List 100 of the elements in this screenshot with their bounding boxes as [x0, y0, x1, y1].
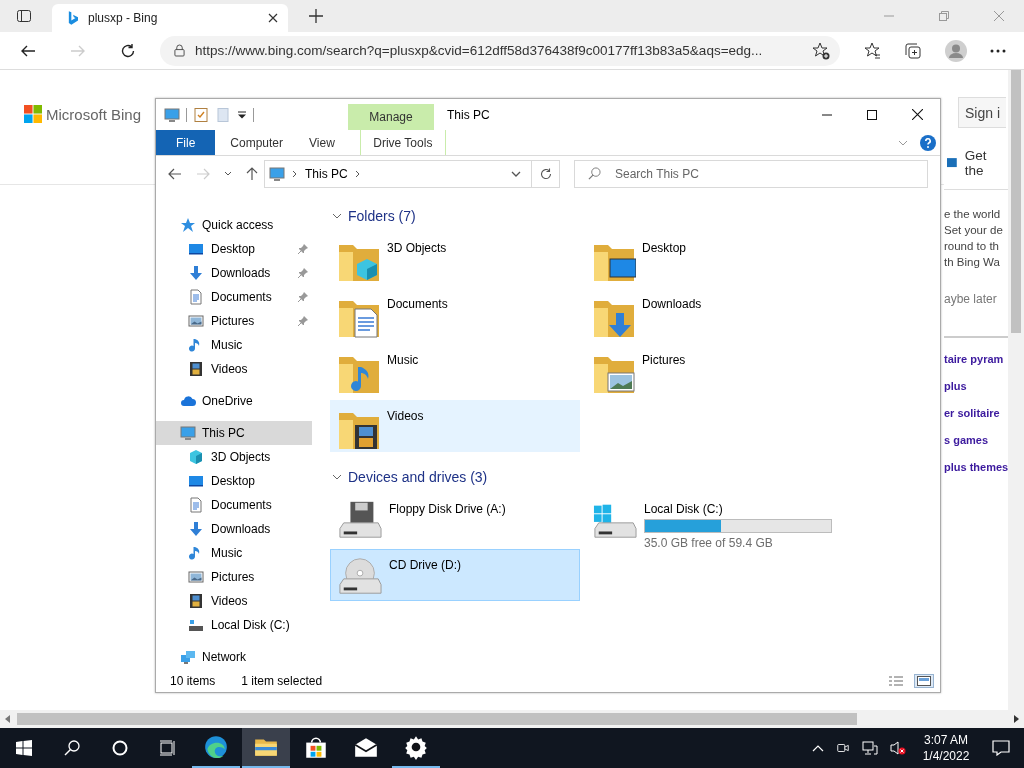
lock-icon — [174, 44, 185, 57]
more-icon[interactable] — [990, 48, 1006, 53]
tiles-view-button[interactable] — [914, 673, 934, 688]
customize-caret-icon[interactable] — [237, 109, 247, 120]
recent-locations-caret-icon[interactable] — [224, 171, 232, 176]
ribbon-tab[interactable]: Drive Tools — [359, 130, 446, 155]
tab-actions-icon[interactable] — [16, 8, 32, 24]
star-icon — [180, 217, 196, 233]
folder-item[interactable]: Pictures — [585, 344, 835, 396]
address-field[interactable]: https://www.bing.com/search?q=plusxp&cvid=612dff58d376438f9c00177ff13b83a5&aqs=edg... — [160, 35, 840, 66]
refresh-icon — [539, 167, 552, 180]
related-search-link[interactable]: plus — [944, 373, 967, 400]
meet-camera-icon[interactable] — [836, 741, 850, 755]
related-search-link[interactable]: taire pyram — [944, 346, 1004, 373]
taskbar-app-button[interactable] — [242, 728, 290, 768]
ribbon-tab[interactable]: Computer — [217, 130, 297, 155]
help-icon[interactable] — [920, 134, 936, 151]
nav-item[interactable]: OneDrive — [156, 389, 312, 413]
add-favorite-icon[interactable] — [812, 41, 830, 60]
computer-icon — [180, 425, 196, 441]
tiles-view-icon — [917, 675, 931, 686]
monitor-icon — [188, 241, 204, 257]
back-arrow-icon[interactable] — [168, 167, 182, 180]
tab-title: plusxp - Bing — [88, 11, 159, 25]
breadcrumb-item[interactable]: This PC — [305, 166, 348, 181]
nav-item[interactable]: Downloads — [156, 517, 312, 541]
nav-item[interactable]: Desktop — [156, 469, 312, 493]
scroll-right-icon[interactable] — [1013, 715, 1019, 723]
nav-item[interactable]: Documents — [156, 493, 312, 517]
nav-item[interactable]: Videos — [156, 589, 312, 613]
ribbon-tab[interactable]: File — [156, 130, 216, 155]
network-icon — [180, 649, 196, 665]
profile-avatar-icon[interactable] — [945, 39, 967, 62]
nav-item[interactable]: Pictures — [156, 565, 312, 589]
nav-item[interactable]: Desktop — [156, 237, 312, 261]
network-icon[interactable] — [862, 741, 878, 755]
context-tab-header[interactable]: Manage — [348, 104, 434, 130]
task-view-icon[interactable] — [160, 740, 176, 756]
vertical-scrollbar[interactable] — [1008, 70, 1024, 710]
nav-item[interactable]: 3D Objects — [156, 445, 312, 469]
computer-icon[interactable] — [164, 106, 180, 123]
notifications-icon[interactable] — [992, 740, 1010, 756]
folder-item[interactable]: Music — [330, 344, 580, 396]
folder-item[interactable]: Desktop — [585, 232, 835, 284]
pin-icon[interactable] — [298, 292, 308, 302]
windows-start-icon[interactable] — [16, 740, 32, 756]
folder-item[interactable]: Downloads — [585, 288, 835, 340]
close-icon[interactable] — [912, 109, 923, 120]
ribbon-tab[interactable]: View — [296, 130, 348, 155]
close-icon[interactable] — [268, 13, 278, 23]
pin-icon[interactable] — [298, 244, 308, 254]
drive-item[interactable]: Floppy Disk Drive (A:) — [330, 493, 580, 545]
nav-item[interactable]: Documents — [156, 285, 312, 309]
maximize-icon[interactable] — [867, 109, 877, 120]
picture-icon — [188, 569, 204, 585]
related-search-link[interactable]: er solitaire — [944, 400, 1000, 427]
new-tab-icon[interactable] — [308, 8, 324, 24]
cortana-circle-icon[interactable] — [112, 740, 128, 756]
dismiss-link[interactable]: aybe later — [944, 292, 997, 306]
related-search-link[interactable]: s games — [944, 427, 989, 454]
speaker-muted-icon[interactable] — [890, 740, 906, 756]
expand-ribbon-chevron-icon[interactable] — [898, 139, 908, 146]
horizontal-scrollbar[interactable] — [0, 710, 1024, 728]
window-title: This PC — [447, 107, 490, 122]
nav-item[interactable]: Quick access — [156, 213, 312, 237]
nav-item[interactable]: Pictures — [156, 309, 312, 333]
folder-item[interactable]: Documents — [330, 288, 580, 340]
nav-item[interactable]: Downloads — [156, 261, 312, 285]
address-dropdown-caret-icon[interactable] — [511, 170, 521, 177]
clock[interactable]: 3:07 AM 1/4/2022 — [916, 732, 976, 764]
folder-item[interactable]: Videos — [330, 400, 580, 452]
folder-item[interactable]: 3D Objects — [330, 232, 580, 284]
drive-item[interactable]: Local Disk (C:) 35.0 GB free of 59.4 GB — [585, 493, 835, 545]
up-arrow-icon[interactable] — [246, 166, 258, 181]
pin-icon[interactable] — [298, 268, 308, 278]
browser-tab[interactable]: plusxp - Bing — [52, 4, 288, 32]
nav-item[interactable]: Videos — [156, 357, 312, 381]
download-arrow-icon — [188, 521, 204, 537]
show-hidden-icons-caret-icon[interactable] — [812, 744, 824, 752]
search-field[interactable]: Search This PC — [574, 159, 928, 188]
nav-item[interactable]: Music — [156, 333, 312, 357]
group-header[interactable]: Folders (7) — [330, 205, 928, 226]
refresh-button[interactable] — [532, 159, 560, 188]
drive-item[interactable]: CD Drive (D:) — [330, 549, 580, 601]
nav-item[interactable]: Music — [156, 541, 312, 565]
properties-checklist-icon[interactable] — [193, 106, 209, 123]
nav-item[interactable]: This PC — [156, 421, 312, 445]
refresh-icon[interactable] — [120, 42, 136, 59]
related-search-link[interactable]: plus themes — [944, 454, 1009, 481]
sign-in-button[interactable]: Sign i — [958, 97, 1007, 128]
document-icon — [188, 497, 204, 513]
group-header[interactable]: Devices and drives (3) — [330, 466, 928, 487]
nav-item[interactable]: Local Disk (C:) — [156, 613, 312, 637]
collections-icon[interactable] — [904, 41, 922, 60]
search-icon[interactable] — [64, 740, 80, 756]
scroll-left-icon[interactable] — [5, 715, 11, 723]
nav-item[interactable]: Network — [156, 645, 312, 669]
address-field[interactable]: This PC — [264, 159, 532, 188]
pin-icon[interactable] — [298, 316, 308, 326]
favorites-icon[interactable] — [863, 41, 881, 60]
